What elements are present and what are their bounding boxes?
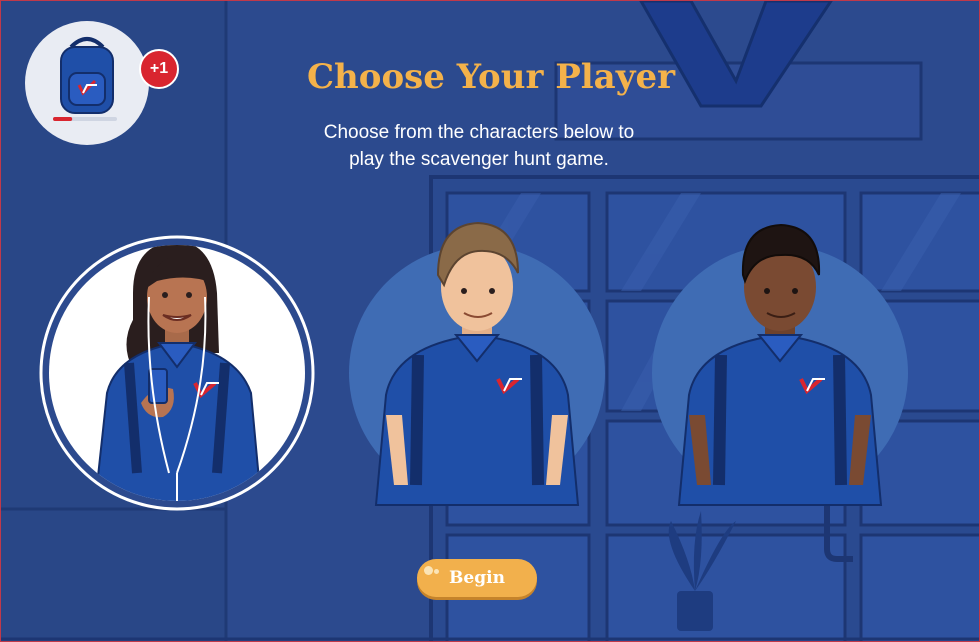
page-title: Choose Your Player bbox=[306, 57, 676, 97]
player-2-avatar bbox=[374, 221, 580, 506]
button-shine bbox=[434, 569, 439, 574]
subtitle-line-2: play the scavenger hunt game. bbox=[349, 149, 609, 170]
player-card-1[interactable] bbox=[37, 233, 319, 515]
player-card-3[interactable] bbox=[649, 215, 911, 515]
inventory-progress-bar bbox=[53, 117, 73, 121]
player-card-2[interactable] bbox=[346, 215, 608, 515]
game-stage: +1 Choose Your Player Choose from the ch… bbox=[0, 0, 980, 642]
begin-button[interactable]: Begin bbox=[417, 559, 537, 597]
subtitle-line-1: Choose from the characters below to bbox=[323, 122, 635, 143]
page-subtitle: Choose from the characters below to play… bbox=[301, 119, 657, 173]
button-shine bbox=[424, 566, 433, 575]
begin-button-label: Begin bbox=[449, 568, 505, 588]
